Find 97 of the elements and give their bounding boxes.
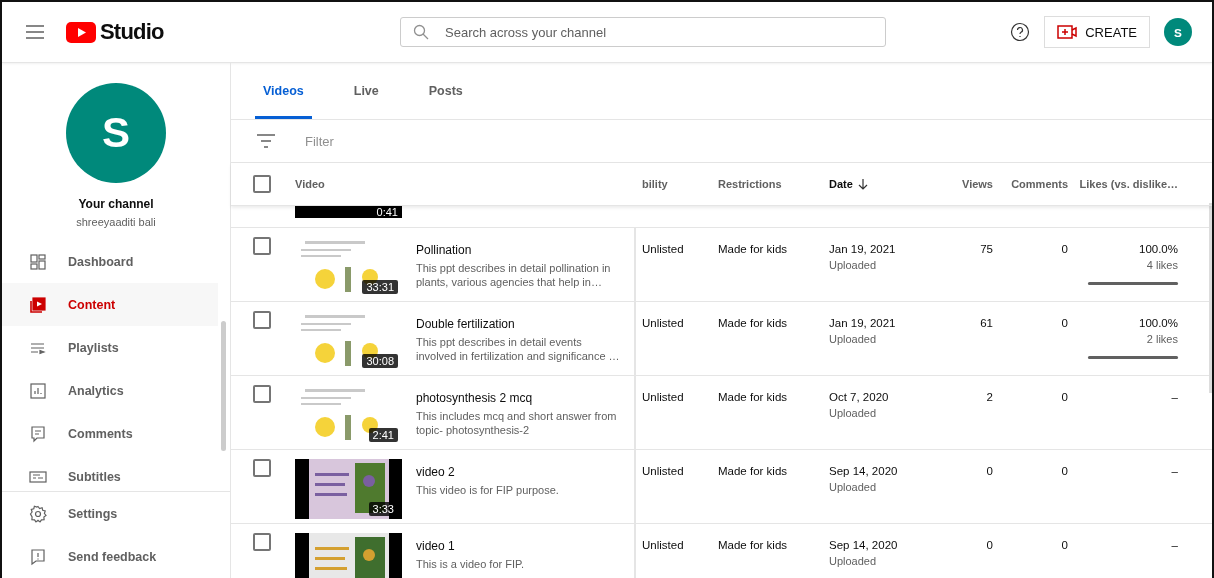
visibility-cell-text: Unlisted [641, 390, 684, 403]
date-cell-text: Jan 19, 2021 [829, 317, 897, 329]
visibility-cell-text: Unlisted [641, 316, 684, 329]
video-title[interactable]: Double fertilization [416, 317, 622, 331]
sidebar-item[interactable]: Send feedback [2, 535, 218, 578]
search-bar[interactable]: Search across your channel [400, 17, 886, 47]
likes-count: 4 likes [1146, 259, 1178, 271]
video-description: This includes mcq and short answer from topic- photosynthesis-2 [416, 409, 618, 437]
comments-cell-text: 0 [1061, 464, 1068, 477]
upload-status: Uploaded [829, 407, 878, 419]
comments-cell-text: 0 [1061, 316, 1068, 329]
comments-cell-text: 0 [1061, 538, 1068, 551]
video-description: This ppt describes in detail events involved in fertilization and significance … [416, 335, 621, 363]
add-video-icon [1057, 25, 1078, 39]
channel-title: Your channel [78, 197, 154, 211]
analytics-icon [28, 380, 48, 401]
visibility-cell-text: Unlisted [641, 538, 684, 551]
content-icon [28, 294, 48, 315]
row-checkbox[interactable] [253, 237, 271, 255]
upload-status: Uploaded [829, 481, 878, 493]
search-icon [413, 24, 429, 40]
comments-cell-text: 0 [1061, 390, 1068, 403]
video-title[interactable]: Pollination [416, 243, 622, 257]
sidebar-item[interactable]: Subtitles [2, 455, 218, 491]
column-header[interactable]: Date [829, 178, 869, 190]
column-header[interactable]: Views [962, 178, 993, 190]
column-header[interactable]: Video [295, 178, 325, 190]
channel-avatar[interactable]: S [66, 83, 166, 183]
account-avatar[interactable]: S [1164, 18, 1192, 46]
duration-badge: 2:41 [368, 428, 398, 442]
row-checkbox[interactable] [253, 533, 271, 551]
row-checkbox[interactable] [253, 311, 271, 329]
video-description: This ppt describes in detail pollination in plants, various agencies that help in… [416, 261, 612, 289]
duration-text: 0:41 [376, 207, 398, 218]
help-icon[interactable] [1010, 22, 1031, 42]
visibility-cell-text: Unlisted [641, 242, 684, 255]
studio-logo-text: Studio [100, 19, 164, 45]
select-all-checkbox[interactable] [253, 175, 271, 193]
video-title[interactable]: photosynthesis 2 mcq [416, 391, 622, 405]
duration-badge: 30:08 [362, 354, 398, 368]
upload-status: Uploaded [829, 259, 878, 271]
sidebar-item[interactable]: Analytics [2, 369, 218, 412]
create-button[interactable]: CREATE [1044, 16, 1150, 48]
dashboard-icon [28, 251, 48, 272]
likes-cell: – [1171, 391, 1178, 403]
feedback-icon [28, 546, 48, 567]
views-cell-text: 2 [986, 390, 993, 403]
sidebar-item[interactable]: Settings [2, 492, 218, 535]
restrictions-cell-text: Made for kids [718, 538, 788, 551]
tab[interactable]: Videos [255, 63, 312, 119]
video-title[interactable]: video 1 [416, 539, 622, 553]
likes-cell: – [1171, 465, 1178, 477]
column-header[interactable]: Restrictions [718, 178, 782, 190]
tab[interactable]: Live [345, 63, 387, 119]
upload-status: Uploaded [829, 555, 878, 567]
upload-status: Uploaded [829, 333, 878, 345]
row-checkbox[interactable] [253, 459, 271, 477]
date-cell-text: Sep 14, 2020 [829, 465, 899, 477]
sidebar-item[interactable]: Playlists [2, 326, 218, 369]
column-header[interactable]: bility [636, 178, 668, 190]
filter-icon[interactable] [257, 134, 275, 148]
video-description: This video is for FIP purpose. [416, 483, 560, 497]
duration-badge: 33:31 [362, 280, 398, 294]
date-cell-text: Jan 19, 2021 [829, 243, 897, 255]
likes-count: 2 likes [1146, 333, 1178, 345]
visibility-cell-text: Unlisted [641, 464, 684, 477]
column-header[interactable]: Comments [1011, 178, 1068, 190]
sidebar-item[interactable]: Dashboard [2, 240, 218, 283]
views-cell-text: 61 [980, 316, 993, 329]
row-checkbox[interactable] [253, 385, 271, 403]
video-title[interactable]: video 2 [416, 465, 622, 479]
sort-down-icon [856, 178, 869, 190]
settings-icon [28, 503, 48, 524]
likes-percent: 100.0% [1139, 317, 1178, 329]
video-description: This is a video for FIP. [416, 557, 525, 571]
sidebar-item[interactable]: Content [2, 283, 218, 326]
restrictions-cell-text: Made for kids [718, 390, 788, 403]
date-cell-text: Sep 14, 2020 [829, 539, 899, 551]
sidebar-item[interactable]: Comments [2, 412, 218, 455]
views-cell-text: 0 [986, 464, 993, 477]
video-thumbnail[interactable]: 0:41 [295, 206, 402, 218]
tab[interactable]: Posts [420, 63, 471, 119]
views-cell-text: 0 [986, 538, 993, 551]
channel-name: shreeyaaditi bali [76, 216, 156, 228]
scrollbar[interactable] [221, 321, 226, 451]
date-cell-text: Oct 7, 2020 [829, 391, 890, 403]
comments-cell-text: 0 [1061, 242, 1068, 255]
restrictions-cell-text: Made for kids [718, 316, 788, 329]
restrictions-cell-text: Made for kids [718, 464, 788, 477]
restrictions-cell-text: Made for kids [718, 242, 788, 255]
likes-percent: 100.0% [1139, 243, 1178, 255]
menu-icon[interactable] [26, 25, 44, 39]
play-logo-icon [66, 21, 96, 43]
comments-icon [28, 423, 48, 444]
likes-cell: – [1171, 539, 1178, 551]
column-header[interactable]: Likes (vs. dislike… [1079, 178, 1178, 190]
views-cell-text: 75 [980, 242, 993, 255]
